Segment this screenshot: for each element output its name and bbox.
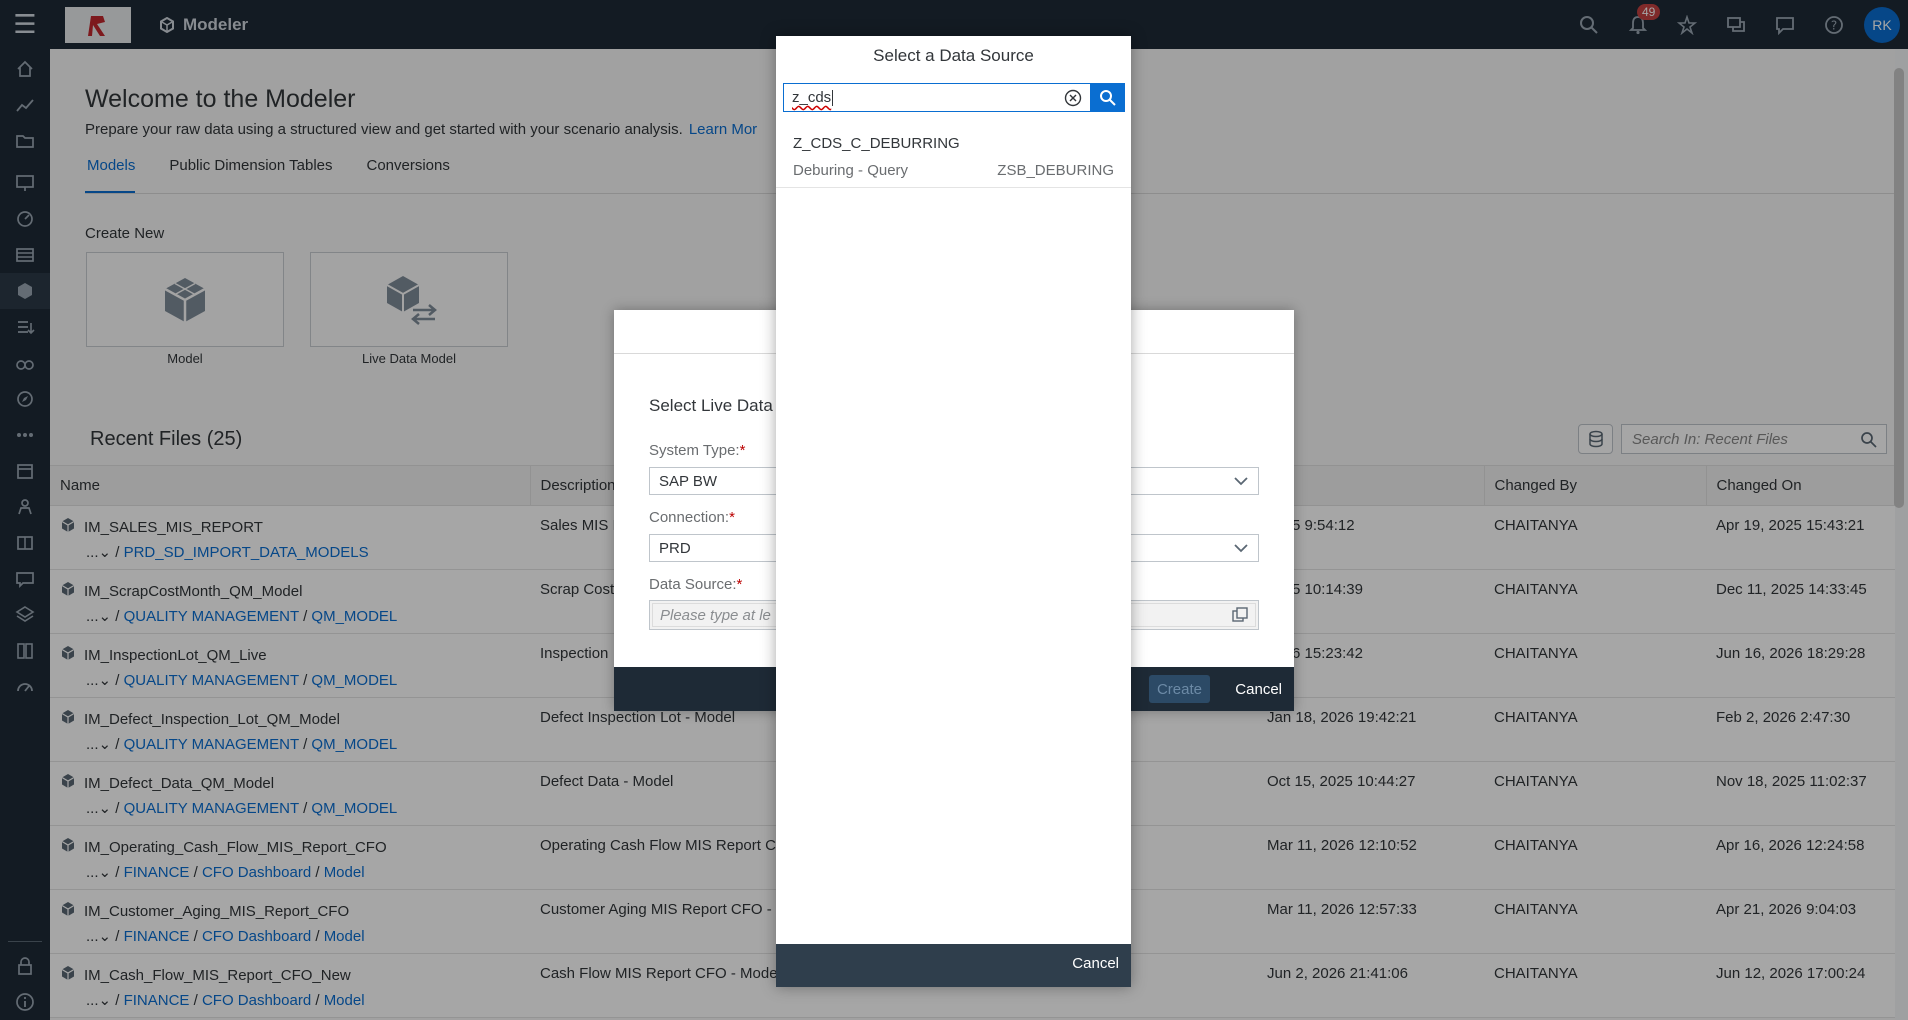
result-technical-name: ZSB_DEBURING — [997, 162, 1114, 179]
value-help-icon[interactable] — [1232, 607, 1248, 623]
data-source-required-mark: * — [736, 576, 743, 593]
select-data-source-dialog: Select a Data Source z_cds Z_CDS_C_DEBUR… — [776, 36, 1131, 987]
system-type-required-mark: * — [739, 442, 746, 459]
cancel-button[interactable]: Cancel — [1072, 955, 1119, 972]
chevron-down-icon — [1234, 544, 1248, 553]
clear-icon[interactable] — [1064, 89, 1082, 107]
data-source-search-value: z_cds — [792, 89, 832, 106]
data-source-label: Data Source:* — [649, 576, 742, 593]
result-description: Deburing - Query — [793, 162, 909, 179]
data-source-dialog-title: Select a Data Source — [873, 46, 1034, 65]
data-source-label-text: Data Source: — [649, 576, 737, 593]
connection-label: Connection:* — [649, 509, 735, 526]
system-type-label: System Type:* — [649, 442, 745, 459]
connection-label-text: Connection: — [649, 509, 730, 526]
connection-value: PRD — [659, 539, 691, 557]
system-type-label-text: System Type: — [649, 442, 740, 459]
connection-required-mark: * — [729, 509, 735, 526]
data-source-search-input[interactable]: z_cds — [783, 83, 1091, 112]
data-source-dialog-footer: Cancel — [776, 944, 1131, 987]
cancel-button[interactable]: Cancel — [1235, 675, 1282, 703]
data-source-search-button[interactable] — [1091, 83, 1125, 112]
live-dialog-subtitle: Select Live Data — [649, 396, 773, 415]
result-name: Z_CDS_C_DEBURRING — [793, 135, 960, 152]
search-icon — [1100, 89, 1116, 106]
text-cursor — [832, 89, 834, 106]
data-source-result-item[interactable]: Z_CDS_C_DEBURRING Deburing - Query ZSB_D… — [776, 122, 1131, 188]
system-type-value: SAP BW — [659, 472, 718, 490]
create-button[interactable]: Create — [1148, 675, 1210, 703]
chevron-down-icon — [1234, 477, 1248, 486]
